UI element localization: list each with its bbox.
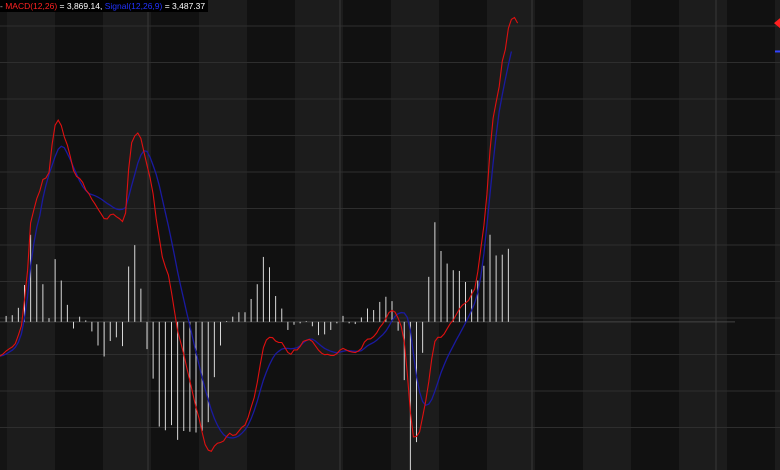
band-16 xyxy=(775,0,780,470)
band-4 xyxy=(199,0,247,470)
chart-canvas[interactable] xyxy=(0,0,780,470)
band-10 xyxy=(487,0,535,470)
band-6 xyxy=(295,0,343,470)
legend-macd-value: 3,869.14 xyxy=(66,1,100,11)
legend-equals-1: = xyxy=(57,1,67,11)
band-13 xyxy=(631,0,679,470)
band-15 xyxy=(727,0,775,470)
legend-equals-2: = xyxy=(162,1,173,11)
background-bands xyxy=(0,0,780,470)
band-5 xyxy=(247,0,295,470)
band-12 xyxy=(583,0,631,470)
legend-signal-value: 3,487.37 xyxy=(172,1,206,11)
legend-macd-label: MACD(12,26) xyxy=(5,1,58,11)
macd-chart: - MACD(12,26) = 3,869.14, Signal(12,26,9… xyxy=(0,0,780,470)
legend-signal-label: Signal(12,26,9) xyxy=(104,1,163,11)
band-3 xyxy=(151,0,199,470)
band-1 xyxy=(55,0,103,470)
band-11 xyxy=(535,0,583,470)
band-7 xyxy=(343,0,391,470)
band-14 xyxy=(679,0,727,470)
chart-legend: - MACD(12,26) = 3,869.14, Signal(12,26,9… xyxy=(0,0,209,12)
band-9 xyxy=(439,0,487,470)
band-2 xyxy=(103,0,151,470)
